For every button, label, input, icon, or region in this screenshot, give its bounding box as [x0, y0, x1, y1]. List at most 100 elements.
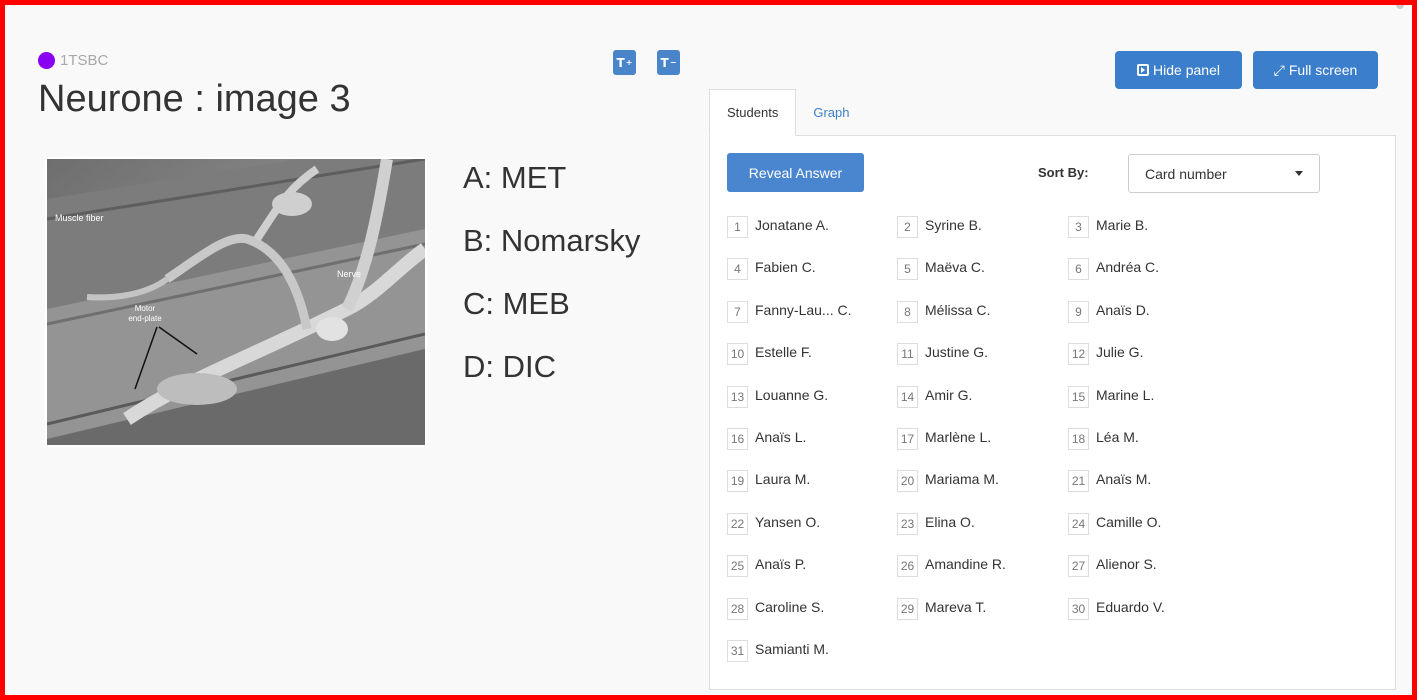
answer-option-d: D: DIC	[463, 349, 556, 384]
student-item[interactable]: 13 Louanne G.	[727, 384, 829, 408]
card-number-badge: 1	[727, 216, 748, 238]
decrease-text-label: T	[660, 55, 669, 70]
student-name: Alienor S.	[1096, 556, 1157, 573]
card-number-badge: 27	[1068, 555, 1089, 578]
student-item[interactable]: 20 Mariama M.	[897, 468, 999, 493]
student-item[interactable]: 8 Mélissa C.	[897, 299, 990, 323]
student-item[interactable]: 22 Yansen O.	[727, 511, 821, 535]
card-number-badge: 11	[897, 343, 918, 366]
student-item[interactable]: 30 Eduardo V.	[1068, 596, 1165, 620]
card-number-badge: 19	[727, 470, 748, 493]
sort-by-value: Card number	[1145, 165, 1227, 182]
decrease-text-size-button[interactable]: T −	[657, 50, 680, 75]
card-number-badge: 23	[897, 512, 918, 535]
student-name: Marlène L.	[925, 429, 992, 445]
tab-students[interactable]: Students	[709, 89, 797, 136]
student-item[interactable]: 1 Jonatane A.	[727, 214, 829, 238]
increase-text-size-button[interactable]: T +	[613, 50, 636, 75]
student-name: Samianti M.	[755, 641, 829, 657]
student-item[interactable]: 24 Camille O.	[1068, 511, 1162, 535]
student-item[interactable]: 21 Anaïs M.	[1068, 468, 1151, 493]
student-item[interactable]: 3 Marie B.	[1068, 214, 1149, 238]
card-number-badge: 25	[727, 555, 748, 578]
label-muscle-fiber: Muscle fiber	[55, 213, 104, 223]
card-number-badge: 15	[1068, 385, 1089, 408]
student-name: Maëva C.	[925, 259, 985, 276]
student-item[interactable]: 15 Marine L.	[1068, 384, 1155, 408]
hide-panel-button[interactable]: Hide panel	[1115, 51, 1242, 89]
student-item[interactable]: 27 Alienor S.	[1068, 553, 1157, 578]
student-item[interactable]: 7 Fanny-Lau... C.	[727, 299, 852, 323]
answer-option-c: C: MEB	[463, 286, 570, 321]
increase-text-label: T	[616, 55, 625, 70]
full-screen-button[interactable]: ⤢ Full screen	[1253, 51, 1378, 89]
sort-by-label: Sort By:	[1038, 165, 1089, 180]
student-item[interactable]: 19 Laura M.	[727, 468, 810, 493]
student-item[interactable]: 17 Marlène L.	[897, 426, 992, 450]
card-number-badge: 7	[727, 300, 748, 323]
full-screen-label: Full screen	[1288, 62, 1358, 78]
student-item[interactable]: 18 Léa M.	[1068, 426, 1139, 450]
student-name: Julie G.	[1096, 344, 1144, 361]
student-item[interactable]: 31 Samianti M.	[727, 638, 829, 662]
student-name: Anaïs P.	[755, 556, 807, 573]
minus-icon: −	[669, 58, 677, 67]
answer-option-b: B: Nomarsky	[463, 223, 641, 258]
student-item[interactable]: 28 Caroline S.	[727, 596, 825, 620]
card-number-badge: 18	[1068, 428, 1089, 450]
tab-graph[interactable]: Graph	[796, 89, 866, 136]
student-item[interactable]: 23 Elina O.	[897, 511, 975, 535]
student-item[interactable]: 14 Amir G.	[897, 384, 972, 408]
student-item[interactable]: 6 Andréa C.	[1068, 256, 1160, 281]
student-item[interactable]: 26 Amandine R.	[897, 553, 1006, 578]
plus-icon: +	[625, 58, 633, 67]
student-name: Yansen O.	[755, 513, 821, 530]
label-nerve: Nerve	[337, 269, 361, 279]
student-name: Léa M.	[1096, 429, 1139, 445]
panel-tabs: Students Graph	[709, 89, 866, 136]
card-number-badge: 31	[727, 640, 748, 662]
hide-panel-label: Hide panel	[1153, 62, 1220, 78]
sort-by-select[interactable]: Card number	[1128, 154, 1320, 193]
student-list: 1 Jonatane A. 2 Syrine B. 3 Marie B. 4 Fabien C…	[727, 214, 1247, 684]
student-name: Eduardo V.	[1096, 598, 1165, 615]
student-name: Marine L.	[1096, 386, 1155, 403]
card-number-badge: 6	[1068, 258, 1089, 281]
card-number-badge: 29	[897, 597, 918, 620]
class-color-dot	[38, 52, 55, 69]
student-name: Jonatane A.	[755, 217, 829, 233]
card-number-badge: 13	[727, 385, 748, 408]
student-name: Amandine R.	[925, 556, 1006, 573]
chevron-down-icon	[1295, 171, 1303, 176]
card-number-badge: 28	[727, 597, 748, 620]
card-number-badge: 4	[727, 258, 748, 281]
student-name: Andréa C.	[1096, 259, 1160, 276]
micrograph-illustration: Muscle fiber Nerve Motor end-plate	[47, 159, 425, 445]
class-name: 1TSBC	[60, 52, 109, 69]
student-item[interactable]: 16 Anaïs L.	[727, 426, 806, 450]
student-name: Louanne G.	[755, 386, 829, 403]
student-item[interactable]: 2 Syrine B.	[897, 214, 982, 238]
student-item[interactable]: 11 Justine G.	[897, 341, 988, 366]
student-item[interactable]: 12 Julie G.	[1068, 341, 1144, 366]
card-number-badge: 17	[897, 428, 918, 450]
reveal-answer-button[interactable]: Reveal Answer	[727, 153, 864, 192]
student-name: Fanny-Lau... C.	[755, 301, 852, 318]
card-number-badge: 14	[897, 385, 918, 408]
student-item[interactable]: 5 Maëva C.	[897, 256, 985, 281]
app-frame: 1TSBC Neurone : image 3 T + T − Muscle f…	[0, 0, 1417, 700]
student-name: Mariama M.	[925, 471, 999, 488]
student-item[interactable]: 29 Mareva T.	[897, 596, 986, 620]
student-item[interactable]: 10 Estelle F.	[727, 341, 812, 366]
card-number-badge: 9	[1068, 300, 1089, 323]
student-name: Camille O.	[1096, 513, 1162, 530]
student-item[interactable]: 9 Anaïs D.	[1068, 299, 1150, 323]
student-name: Marie B.	[1096, 217, 1149, 233]
student-item[interactable]: 25 Anaïs P.	[727, 553, 807, 578]
student-name: Fabien C.	[755, 259, 816, 276]
card-number-badge: 8	[897, 300, 918, 323]
card-number-badge: 3	[1068, 216, 1089, 238]
student-item[interactable]: 4 Fabien C.	[727, 256, 816, 281]
student-name: Caroline S.	[755, 598, 825, 615]
student-name: Syrine B.	[925, 217, 982, 233]
